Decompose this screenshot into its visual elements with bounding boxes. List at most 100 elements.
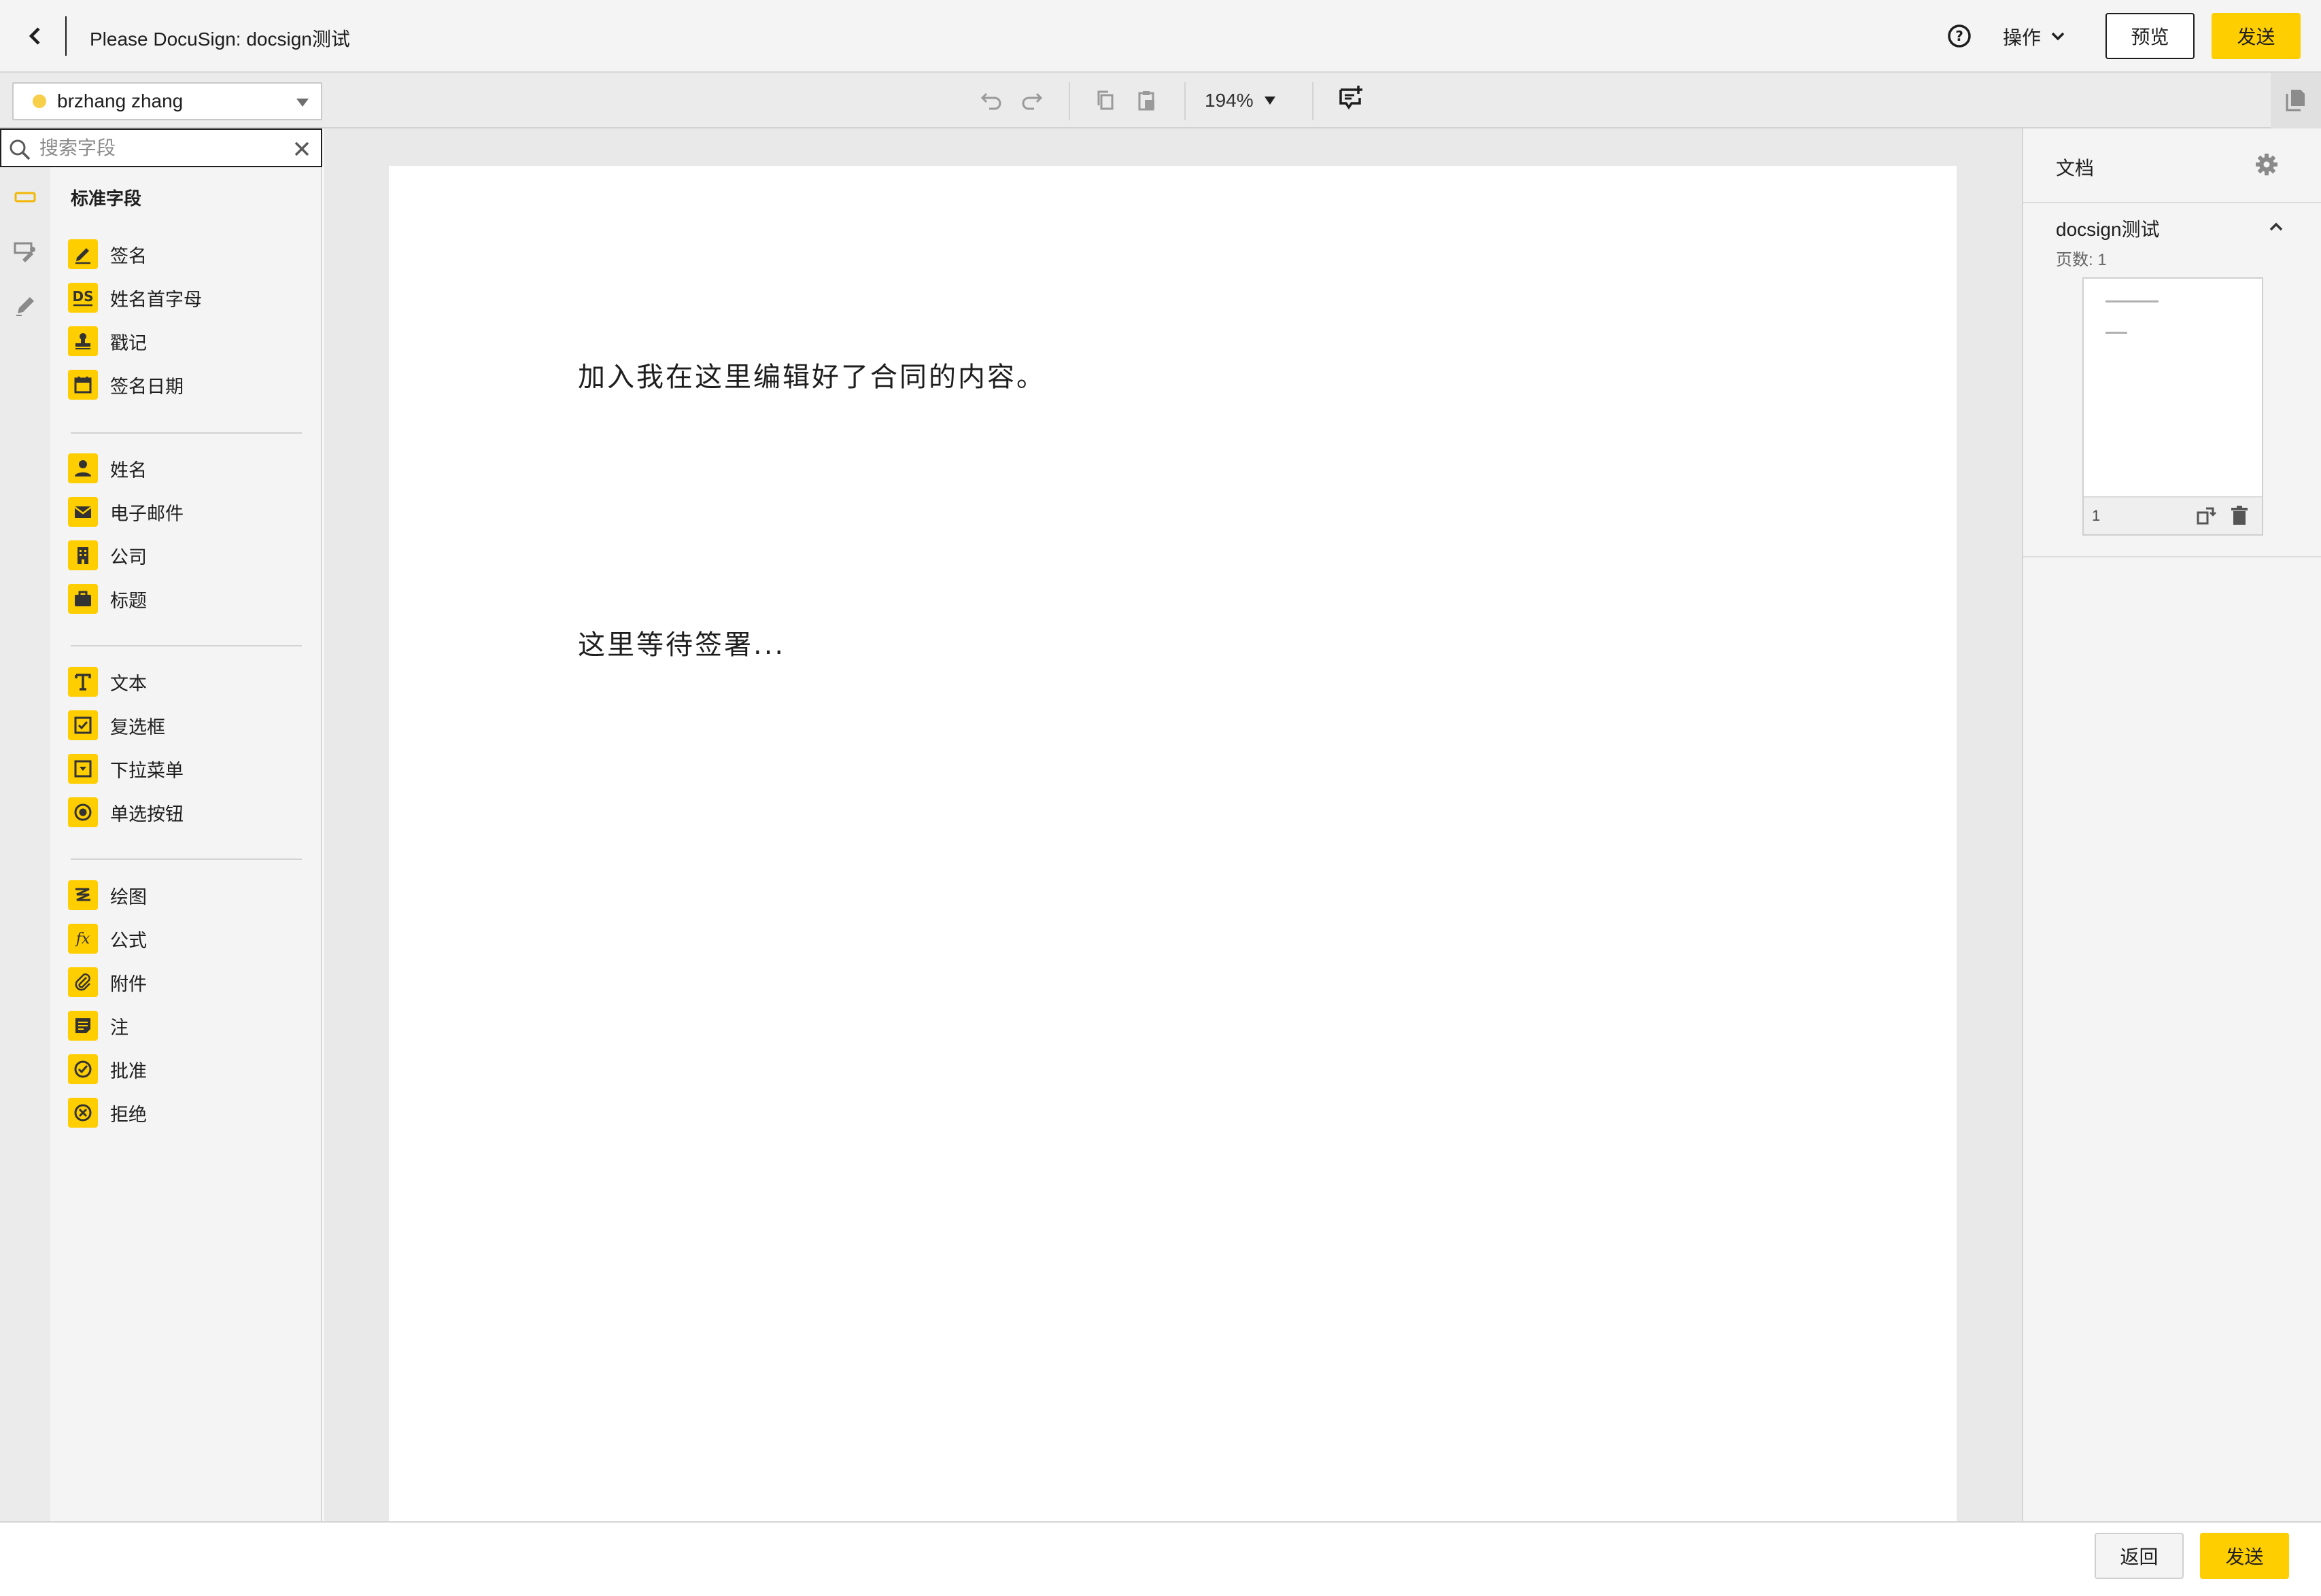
trash-icon[interactable]: [2228, 504, 2251, 527]
field-item-attachment[interactable]: 附件: [68, 963, 306, 1001]
caret-down-icon: [1264, 97, 1275, 105]
page-count: 页数: 1: [2056, 251, 2107, 269]
group-divider: [71, 858, 302, 860]
back-button-footer[interactable]: 返回: [2095, 1533, 2184, 1579]
toolbar-divider: [1069, 82, 1070, 120]
building-icon: [68, 540, 98, 570]
pages-icon: [2286, 90, 2305, 111]
text-icon: [68, 667, 98, 697]
search-input[interactable]: [39, 137, 271, 159]
undo-icon[interactable]: [975, 84, 1009, 118]
group-divider: [71, 645, 302, 646]
search-icon: [10, 139, 31, 160]
field-item-date-signed[interactable]: 签名日期: [68, 366, 306, 404]
field-item-email[interactable]: 电子邮件: [68, 493, 306, 531]
field-label: 公式: [110, 930, 147, 951]
field-label: 单选按钮: [110, 803, 184, 825]
panel-divider: [2023, 556, 2321, 557]
help-icon[interactable]: ?: [1946, 22, 1973, 50]
recipient-color-dot: [33, 94, 46, 108]
field-item-stamp[interactable]: 戳记: [68, 322, 306, 360]
field-item-text[interactable]: 文本: [68, 663, 306, 701]
thumbnail-text-line: [2105, 300, 2159, 302]
chevron-up-icon[interactable]: [2264, 215, 2288, 239]
add-comment-icon[interactable]: [1335, 81, 1369, 115]
preview-button[interactable]: 预览: [2105, 13, 2195, 59]
drawing-icon: [68, 880, 98, 910]
redo-icon[interactable]: [1014, 84, 1048, 118]
chevron-down-icon: [2051, 32, 2065, 41]
back-button[interactable]: [15, 15, 56, 57]
field-label: 文本: [110, 673, 147, 694]
field-label: 注: [110, 1017, 128, 1038]
field-label: 公司: [110, 547, 147, 568]
field-item-drawing[interactable]: 绘图: [68, 876, 306, 914]
person-icon: [68, 453, 98, 483]
field-label: 姓名首字母: [110, 289, 202, 310]
paste-icon[interactable]: [1130, 84, 1164, 118]
field-item-note[interactable]: 注: [68, 1007, 306, 1045]
send-button-bottom[interactable]: 发送: [2200, 1533, 2289, 1579]
field-item-signature[interactable]: 签名: [68, 235, 306, 273]
send-button-top[interactable]: 发送: [2212, 13, 2301, 59]
custom-fields-tab-icon[interactable]: [8, 235, 42, 268]
envelope-icon: [68, 497, 98, 527]
gear-icon[interactable]: [2252, 150, 2282, 179]
radio-icon: [68, 797, 98, 827]
standard-fields-tab-icon[interactable]: [8, 180, 42, 214]
thumbnail-page-number: 1: [2092, 507, 2101, 524]
field-item-initials[interactable]: DS 姓名首字母: [68, 279, 306, 317]
signature-icon: [68, 239, 98, 269]
page-thumbnail[interactable]: 1: [2082, 277, 2263, 536]
copy-icon[interactable]: [1089, 84, 1123, 118]
svg-text:DS: DS: [72, 288, 93, 305]
field-item-approve[interactable]: 批准: [68, 1050, 306, 1088]
chevron-left-icon: [29, 27, 40, 45]
field-item-radio[interactable]: 单选按钮: [68, 793, 306, 831]
approve-icon: [68, 1054, 98, 1084]
field-item-checkbox[interactable]: 复选框: [68, 706, 306, 744]
close-icon[interactable]: [292, 139, 311, 158]
actions-menu-label: 操作: [2003, 27, 2042, 48]
documents-heading: 文档: [2056, 158, 2095, 179]
field-item-decline[interactable]: 拒绝: [68, 1094, 306, 1132]
thumbnail-text-line: [2105, 332, 2127, 334]
initials-icon: DS: [68, 283, 98, 313]
field-search[interactable]: [0, 128, 322, 167]
field-label: 复选框: [110, 716, 165, 738]
field-label: 戳记: [110, 332, 147, 353]
field-label: 批准: [110, 1060, 147, 1081]
document-name: docsign测试: [2056, 219, 2160, 240]
bottom-action-bar: [0, 1521, 2321, 1596]
left-tool-rail: [0, 128, 50, 1521]
rotate-page-icon[interactable]: [2195, 504, 2218, 527]
pages-panel-toggle[interactable]: [2271, 73, 2321, 128]
pencil-icon[interactable]: [8, 289, 42, 323]
fields-heading: 标准字段: [71, 188, 142, 209]
dropdown-icon: [68, 754, 98, 784]
calendar-icon: [68, 370, 98, 400]
zoom-value: 194%: [1205, 90, 1254, 111]
toolbar-divider: [1312, 82, 1313, 120]
field-label: 姓名: [110, 459, 147, 481]
paperclip-icon: [68, 967, 98, 997]
svg-text:fx: fx: [75, 931, 90, 948]
note-icon: [68, 1011, 98, 1041]
field-item-company[interactable]: 公司: [68, 536, 306, 574]
field-label: 下拉菜单: [110, 760, 184, 781]
panel-divider: [2023, 202, 2321, 203]
page-title: Please DocuSign: docsign测试: [90, 29, 350, 50]
recipient-select[interactable]: brzhang zhang: [12, 82, 322, 120]
field-item-name[interactable]: 姓名: [68, 449, 306, 487]
field-item-dropdown[interactable]: 下拉菜单: [68, 750, 306, 788]
toolbar-divider: [1184, 82, 1186, 120]
document-text-line: 加入我在这里编辑好了合同的内容。: [578, 362, 1046, 393]
field-item-title[interactable]: 标题: [68, 580, 306, 618]
thumbnail-footer: 1: [2084, 496, 2262, 534]
actions-menu[interactable]: 操作: [2003, 23, 2065, 50]
field-label: 绘图: [110, 886, 147, 907]
zoom-select[interactable]: 194%: [1205, 84, 1275, 118]
field-item-formula[interactable]: fx 公式: [68, 920, 306, 958]
briefcase-icon: [68, 584, 98, 614]
svg-text:?: ?: [1955, 28, 1963, 44]
